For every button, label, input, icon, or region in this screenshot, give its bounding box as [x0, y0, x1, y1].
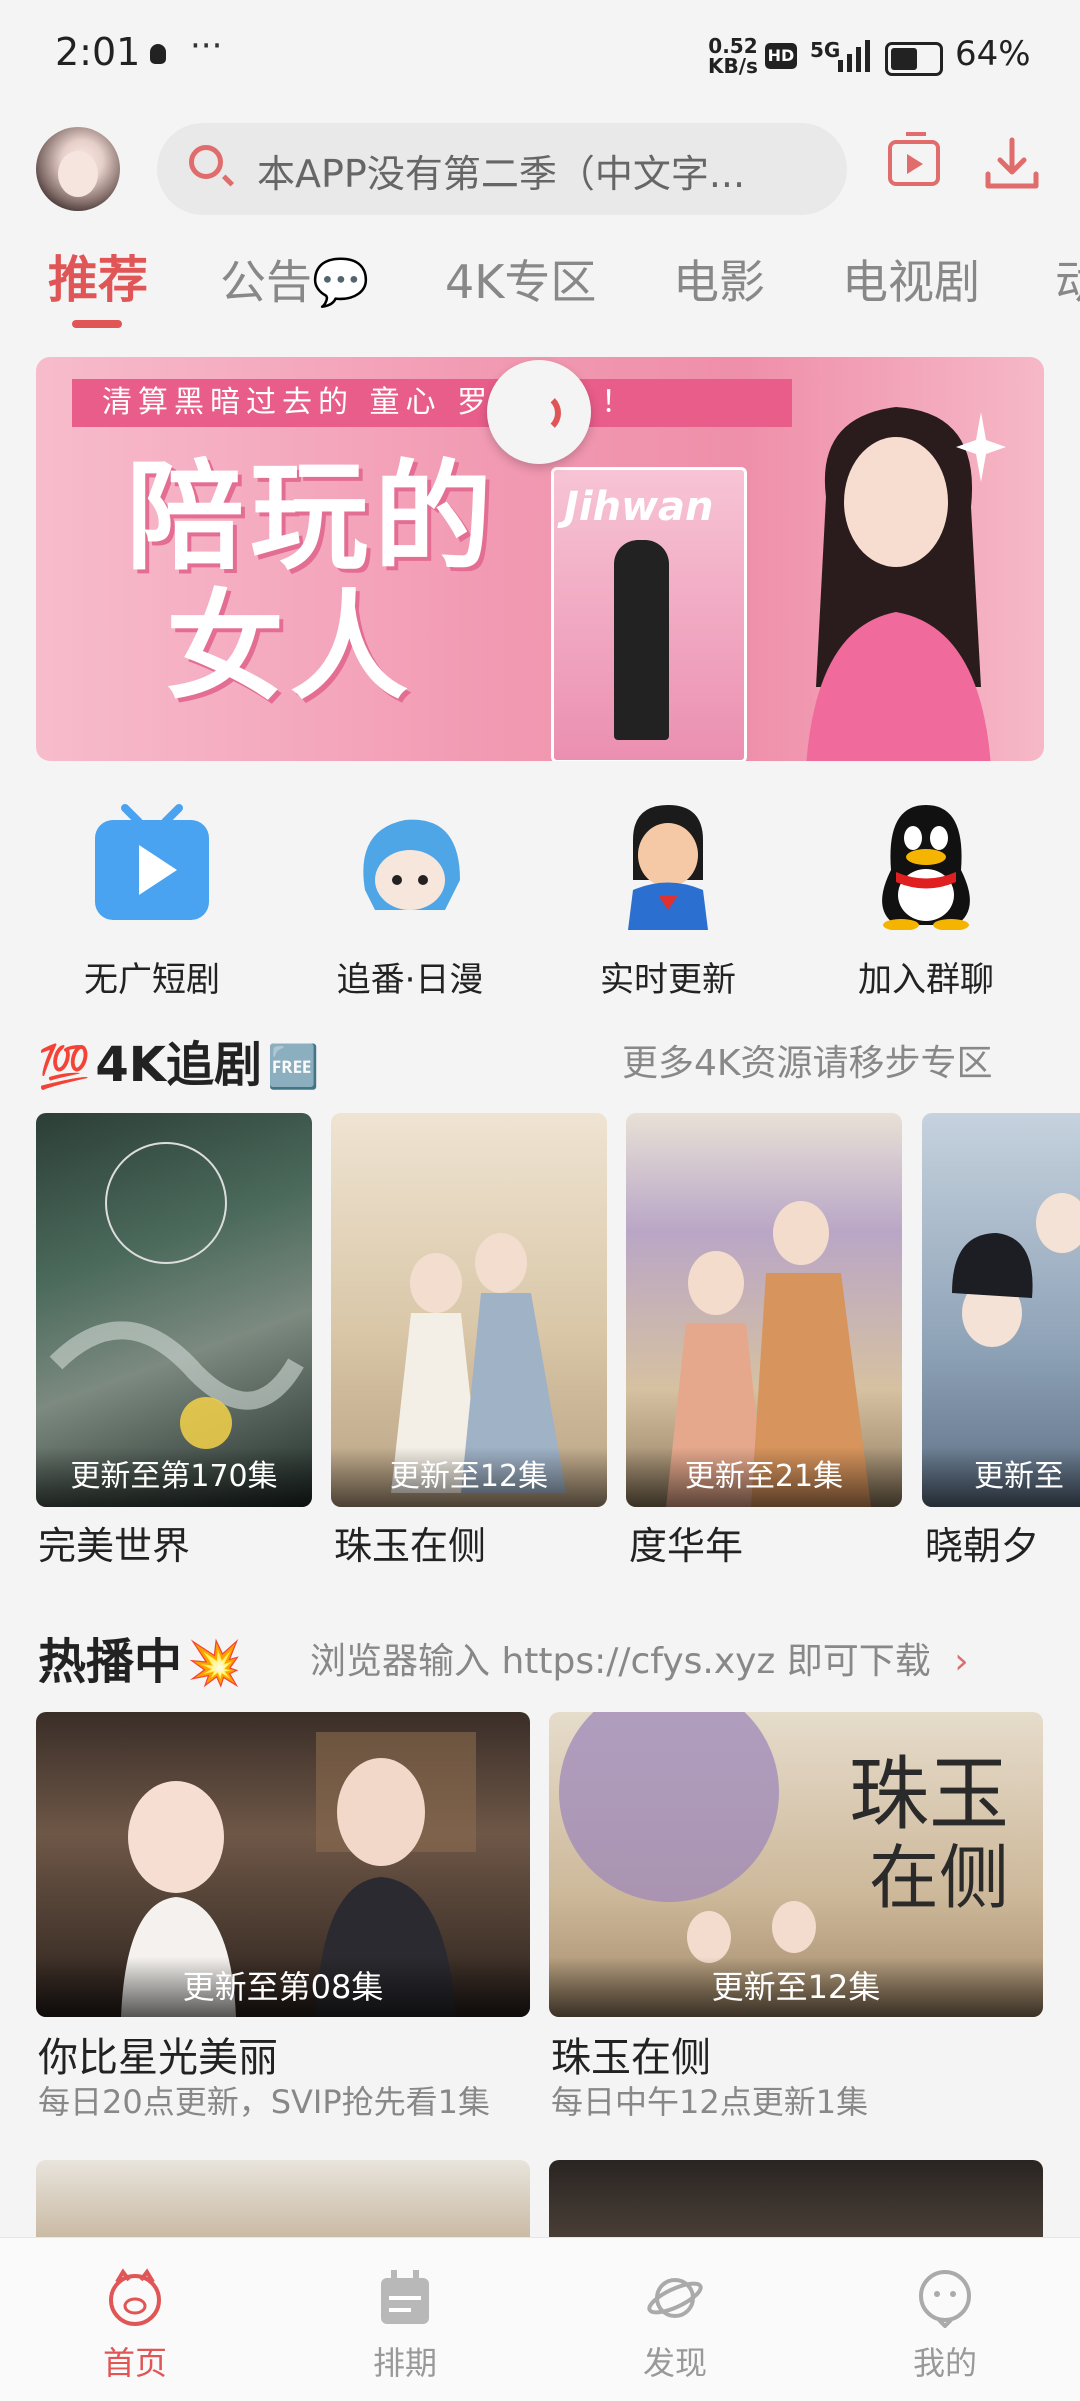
- search-bar[interactable]: 本APP没有第二季（中文字...: [157, 123, 847, 215]
- search-icon: [189, 145, 223, 179]
- svg-text:珠玉: 珠玉: [849, 1748, 1009, 1841]
- calendar-icon: [375, 2268, 435, 2328]
- section-4k-header: 💯 4K追剧 🆓: [38, 1025, 319, 1095]
- nav-home[interactable]: 首页: [0, 2238, 270, 2384]
- tab-movie[interactable]: 电影: [673, 246, 765, 312]
- banner-strip-text: 清算黑暗过去的 童心 罗曼史？！: [72, 379, 792, 427]
- section-4k-more-link[interactable]: 更多4K资源请移步专区: [622, 1034, 993, 1086]
- quick-link-no-ads-shorts[interactable]: 无广短剧: [52, 800, 252, 1001]
- poster-title[interactable]: 完美世界: [38, 1515, 190, 1570]
- tv-cast-icon[interactable]: [888, 132, 940, 186]
- hot-card-subtitle: 每日中午12点更新1集: [551, 2083, 869, 2121]
- tab-4k[interactable]: 4K专区: [445, 246, 596, 312]
- quick-link-join-group[interactable]: 加入群聊: [826, 800, 1026, 1001]
- chevron-right-icon: ›: [954, 1641, 969, 1682]
- poster-card[interactable]: 更新至第170集: [36, 1113, 312, 1507]
- explosion-icon: 💥: [187, 1638, 242, 1689]
- user-avatar[interactable]: [36, 127, 120, 211]
- tv-play-icon: [87, 800, 217, 930]
- status-time: 2:01: [55, 30, 141, 74]
- hot-card-title[interactable]: 珠玉在侧: [551, 2025, 711, 2083]
- hot-card[interactable]: 更新至第08集: [36, 1712, 530, 2017]
- search-placeholder: 本APP没有第二季（中文字...: [257, 152, 746, 196]
- section-hot-header: 热播中 💥: [38, 1622, 242, 1692]
- net-speed: 0.52 KB/s: [708, 34, 758, 78]
- hundred-emoji-icon: 💯: [38, 1042, 91, 1091]
- network-type: 5G: [810, 38, 841, 62]
- poster-card[interactable]: 更新至21集: [626, 1113, 902, 1507]
- poster-card[interactable]: 更新至12集: [331, 1113, 607, 1507]
- download-icon[interactable]: [982, 134, 1042, 194]
- profile-face-icon: [915, 2268, 975, 2329]
- section-hot-title: 热播中: [38, 1634, 183, 1690]
- home-pig-icon: [105, 2268, 165, 2328]
- loading-spinner-icon: [487, 360, 591, 464]
- hot-card-partial[interactable]: [36, 2160, 530, 2240]
- planet-icon: [645, 2268, 705, 2328]
- tab-announcement[interactable]: 公告💬: [220, 246, 369, 312]
- tab-anime[interactable]: 动: [1055, 246, 1080, 312]
- superman-icon: [603, 800, 733, 930]
- signal-bars-icon: [838, 40, 870, 72]
- status-bar: 2:01 ··· 0.52 KB/s HD 5G 64%: [0, 0, 1080, 115]
- section-4k-title: 4K追剧: [95, 1037, 262, 1093]
- sparkle-icon: [956, 412, 1006, 482]
- hot-card-subtitle: 每日20点更新，SVIP抢先看1集: [38, 2083, 491, 2121]
- nav-schedule[interactable]: 排期: [270, 2238, 540, 2384]
- banner-title: 陪玩的 女人: [126, 448, 499, 716]
- anime-character-icon: [345, 800, 475, 930]
- qq-notification-icon: [150, 44, 166, 64]
- battery-icon: [885, 42, 943, 76]
- poster-title[interactable]: 晓朝夕: [925, 1515, 1039, 1570]
- poster-title[interactable]: 珠玉在侧: [334, 1515, 486, 1570]
- poster-card[interactable]: 更新至: [922, 1113, 1080, 1507]
- free-badge-icon: 🆓: [267, 1042, 320, 1091]
- poster-title[interactable]: 度华年: [629, 1515, 743, 1570]
- nav-discover[interactable]: 发现: [540, 2238, 810, 2384]
- penguin-icon: [861, 800, 991, 931]
- quick-link-realtime-update[interactable]: 实时更新: [568, 800, 768, 1001]
- status-more-dots: ···: [190, 26, 223, 66]
- tab-recommend[interactable]: 推荐: [48, 240, 148, 312]
- active-tab-indicator: [72, 320, 122, 328]
- quick-link-anime[interactable]: 追番·日漫: [310, 800, 510, 1001]
- section-hot-download-link[interactable]: 浏览器输入 https://cfys.xyz 即可下载 ›: [310, 1632, 969, 1684]
- banner-brand: Jihwan: [564, 484, 714, 530]
- nav-profile[interactable]: 我的: [810, 2238, 1080, 2384]
- tab-tv-series[interactable]: 电视剧: [842, 246, 980, 312]
- battery-percent: 64%: [955, 34, 1031, 74]
- hd-icon: HD: [765, 43, 797, 69]
- svg-text:在侧: 在侧: [869, 1837, 1009, 1919]
- hot-card[interactable]: 珠玉 在侧 更新至12集: [549, 1712, 1043, 2017]
- category-tabs: 推荐 公告💬 4K专区 电影 电视剧 动: [0, 240, 1080, 340]
- hot-card-title[interactable]: 你比星光美丽: [38, 2025, 278, 2083]
- banner-figure-box: Jihwan: [551, 467, 747, 761]
- bottom-navigation: 首页 排期 发现 我的: [0, 2237, 1080, 2401]
- hot-card-partial[interactable]: [549, 2160, 1043, 2240]
